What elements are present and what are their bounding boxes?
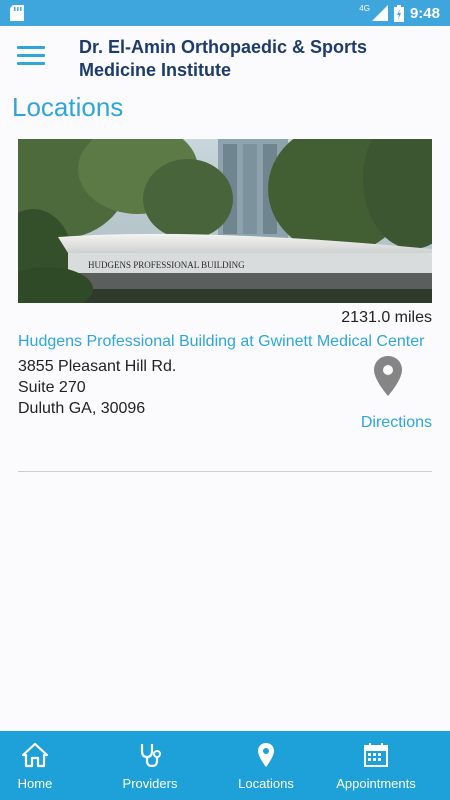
location-card: HUDGENS PROFESSIONAL BUILDING 2131.0 mil…	[18, 139, 432, 436]
map-pin-icon	[258, 743, 274, 767]
address-block: 3855 Pleasant Hill Rd. Suite 270 Duluth …	[18, 356, 432, 436]
bottom-nav: Home Providers Locations Appointments	[0, 731, 450, 800]
status-bar: 4G 9:48	[0, 0, 450, 26]
app-title: Dr. El-Amin Orthopaedic & Sports Medicin…	[79, 37, 368, 80]
map-pin-icon[interactable]	[374, 356, 402, 396]
locations-page: Locations HUDGENS PROFESSIONAL BUILDING …	[0, 88, 450, 731]
page-title: Locations	[12, 92, 124, 122]
nav-providers[interactable]: Providers	[70, 731, 230, 800]
directions-link[interactable]: Directions	[361, 414, 432, 432]
nav-locations-label: Locations	[238, 776, 294, 791]
location-name-link[interactable]: Hudgens Professional Building at Gwinett…	[18, 331, 432, 352]
app-bar: Dr. El-Amin Orthopaedic & Sports Medicin…	[0, 26, 450, 88]
divider	[18, 471, 432, 472]
network-type: 4G	[359, 3, 370, 13]
building-photo: HUDGENS PROFESSIONAL BUILDING	[18, 139, 432, 303]
nav-home[interactable]: Home	[0, 731, 70, 800]
clock: 9:48	[409, 4, 440, 22]
nav-providers-label: Providers	[122, 776, 178, 791]
nav-home-label: Home	[17, 776, 53, 791]
calendar-icon	[364, 743, 388, 767]
address-line-1: 3855 Pleasant Hill Rd.	[18, 358, 177, 375]
sd-card-icon	[10, 5, 24, 21]
battery-icon	[393, 4, 404, 22]
menu-icon[interactable]	[17, 46, 45, 68]
location-photo: HUDGENS PROFESSIONAL BUILDING	[18, 139, 432, 303]
signal-icon	[371, 5, 388, 21]
distance: 2131.0 miles	[341, 309, 432, 326]
building-sign: HUDGENS PROFESSIONAL BUILDING	[88, 260, 245, 270]
nav-appointments-label: Appointments	[336, 776, 416, 791]
nav-locations[interactable]: Locations	[230, 731, 302, 800]
home-icon	[22, 742, 48, 768]
nav-appointments[interactable]: Appointments	[302, 731, 450, 800]
stethoscope-icon	[140, 744, 161, 768]
address-line-2: Suite 270	[18, 379, 86, 396]
